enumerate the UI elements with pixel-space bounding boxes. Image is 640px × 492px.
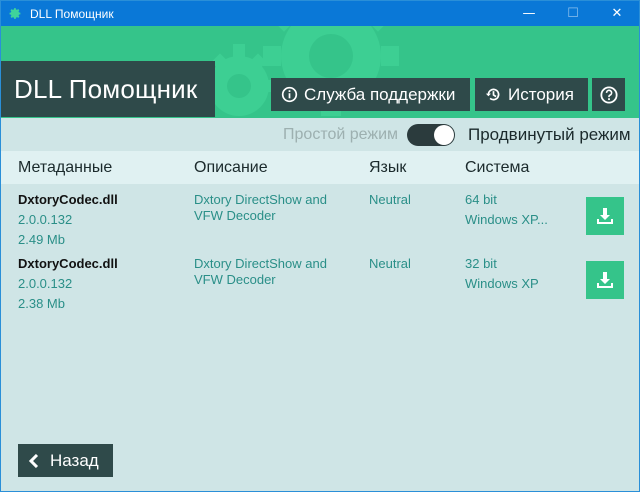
header-banner: DLL Помощник Служба поддержки История <box>1 26 639 118</box>
brand-title: DLL Помощник <box>1 61 215 117</box>
file-language: Neutral <box>369 192 411 207</box>
help-button[interactable] <box>592 78 625 111</box>
file-description: Dxtory DirectShow and VFW Decoder <box>194 192 327 223</box>
file-name: DxtoryCodec.dll <box>18 192 118 207</box>
column-metadata: Метаданные <box>18 159 113 176</box>
file-version: 2.0.0.132 <box>18 276 73 291</box>
table-row: DxtoryCodec.dll 2.0.0.132 2.38 Mb Dxtory… <box>1 248 639 311</box>
back-label: Назад <box>50 450 99 470</box>
simple-mode-label[interactable]: Простой режим <box>283 126 398 144</box>
file-name: DxtoryCodec.dll <box>18 256 118 271</box>
file-description: Dxtory DirectShow and VFW Decoder <box>194 256 327 287</box>
back-button[interactable]: Назад <box>18 444 113 477</box>
window-title: DLL Помощник <box>30 6 114 21</box>
gear-icon <box>8 7 22 21</box>
history-button[interactable]: История <box>475 78 588 111</box>
file-bits: 32 bit <box>465 256 497 271</box>
download-button[interactable] <box>586 261 624 299</box>
mode-toggle[interactable] <box>407 124 455 146</box>
table-row: DxtoryCodec.dll 2.0.0.132 2.49 Mb Dxtory… <box>1 184 639 247</box>
file-bits: 64 bit <box>465 192 497 207</box>
file-language: Neutral <box>369 256 411 271</box>
support-label: Служба поддержки <box>304 84 456 104</box>
download-icon <box>597 272 613 288</box>
column-language: Язык <box>369 159 407 176</box>
column-system: Система <box>465 159 530 176</box>
column-description: Описание <box>194 159 268 176</box>
history-icon <box>484 86 502 104</box>
file-version: 2.0.0.132 <box>18 212 73 227</box>
download-icon <box>597 208 613 224</box>
app-window: DLL Помощник — ☐ ✕ DLL Помощник Служба п… <box>0 0 640 492</box>
history-label: История <box>508 84 574 104</box>
file-size: 2.49 Mb <box>18 232 65 247</box>
minimize-button[interactable]: — <box>507 1 551 26</box>
title-bar[interactable]: DLL Помощник — ☐ ✕ <box>1 1 639 26</box>
maximize-button[interactable]: ☐ <box>551 1 595 26</box>
file-os: Windows XP <box>465 276 539 291</box>
chevron-left-icon <box>28 453 40 468</box>
info-icon <box>280 86 298 104</box>
file-size: 2.38 Mb <box>18 296 65 311</box>
table-header: Метаданные Описание Язык Система <box>1 151 639 184</box>
file-os: Windows XP... <box>465 212 548 227</box>
support-button[interactable]: Служба поддержки <box>271 78 470 111</box>
window-controls: — ☐ ✕ <box>507 1 639 26</box>
download-button[interactable] <box>586 197 624 235</box>
close-button[interactable]: ✕ <box>595 1 639 26</box>
mode-switch-row: Простой режим Продвинутый режим <box>1 118 639 151</box>
toggle-knob <box>434 125 454 145</box>
advanced-mode-label[interactable]: Продвинутый режим <box>468 125 631 145</box>
question-icon <box>599 85 618 104</box>
